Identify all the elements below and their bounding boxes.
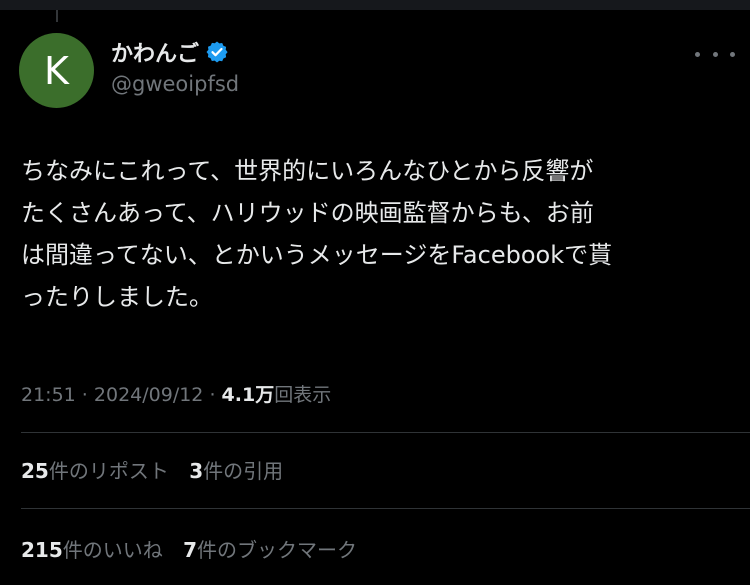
display-name[interactable]: かわんご (111, 36, 199, 68)
quotes-stat[interactable]: 3件の引用 (189, 459, 283, 483)
bookmarks-stat[interactable]: 7件のブックマーク (183, 538, 357, 562)
avatar-letter: K (44, 48, 69, 93)
likes-count: 215 (21, 538, 63, 562)
likes-stat[interactable]: 215件のいいね (21, 538, 163, 562)
avatar[interactable]: K (19, 33, 94, 108)
tweet-text-line: たくさんあって、ハリウッドの映画監督からも、お前 (21, 199, 594, 227)
more-options-icon[interactable] (695, 42, 735, 66)
tweet-date[interactable]: 2024/09/12 (94, 384, 204, 406)
author-name-row[interactable]: かわんご (111, 37, 229, 67)
tweet-meta: 21:51 · 2024/09/12 · 4.1万回表示 (21, 380, 331, 407)
divider (21, 432, 750, 433)
divider (21, 508, 750, 509)
top-bar (0, 0, 750, 10)
likes-label: 件のいいね (62, 538, 163, 562)
reposts-count: 25 (21, 459, 49, 483)
views-count: 4.1万 (221, 384, 275, 406)
bookmarks-label: 件のブックマーク (197, 538, 358, 562)
verified-badge-icon[interactable] (205, 40, 229, 64)
thread-connector-line (56, 10, 58, 22)
tweet-text: ちなみにこれって、世界的にいろんなひとから反響が たくさんあって、ハリウッドの映… (21, 150, 733, 318)
reposts-label: 件のリポスト (48, 459, 169, 483)
views-label: 回表示 (274, 384, 332, 406)
tweet-text-line: は間違ってない、とかいうメッセージをFacebookで貰 (21, 241, 613, 269)
meta-separator: · (203, 384, 222, 406)
repost-quote-stats: 25件のリポスト 3件の引用 (21, 455, 297, 484)
bookmarks-count: 7 (183, 538, 198, 562)
tweet-time[interactable]: 21:51 (21, 384, 76, 406)
like-bookmark-stats: 215件のいいね 7件のブックマーク (21, 534, 371, 563)
tweet-text-line: ちなみにこれって、世界的にいろんなひとから反響が (21, 157, 594, 185)
quotes-label: 件の引用 (203, 459, 284, 483)
reposts-stat[interactable]: 25件のリポスト (21, 459, 169, 483)
tweet-text-line: ったりしました。 (21, 283, 213, 311)
author-handle[interactable]: @gweoipfsd (111, 72, 239, 96)
meta-separator: · (75, 384, 94, 406)
quotes-count: 3 (189, 459, 204, 483)
